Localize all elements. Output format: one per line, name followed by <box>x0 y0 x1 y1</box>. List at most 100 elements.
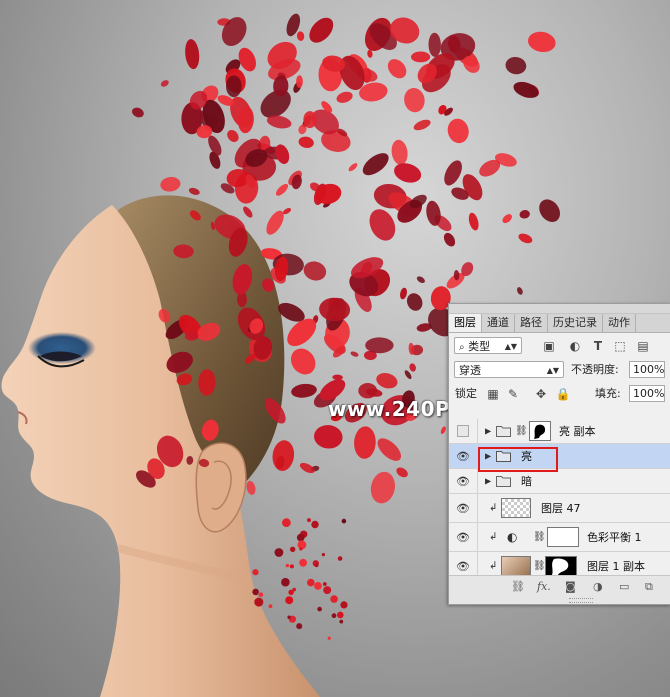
new-layer-icon[interactable]: ⧉ <box>645 580 653 594</box>
blend-mode-select[interactable]: 穿透 ▲▼ <box>454 361 564 378</box>
rose-petal <box>285 563 290 568</box>
visibility-toggle[interactable]: 👁 <box>449 494 478 522</box>
visibility-toggle[interactable] <box>449 419 478 443</box>
rose-petal <box>370 471 396 504</box>
rose-petal <box>281 577 290 587</box>
rose-petal <box>323 586 332 595</box>
rose-petal <box>272 440 295 471</box>
layer-row[interactable]: 👁 ↲ 图层 47 <box>449 494 670 523</box>
lock-paint-icon[interactable]: ✎ <box>505 386 521 402</box>
eye-icon: 👁 <box>456 559 470 573</box>
layer-row[interactable]: 👁 ▶ 暗 <box>449 469 670 494</box>
rose-petal <box>291 383 317 398</box>
fill-label: 填充: <box>595 387 621 400</box>
layer-thumbnail[interactable] <box>501 556 531 576</box>
select-caret-icon: ▲▼ <box>504 342 517 351</box>
selection-highlight-box <box>478 447 558 472</box>
rose-petal <box>336 91 353 103</box>
rose-petal <box>444 160 462 186</box>
smart-object-filter-icon[interactable]: ▤ <box>635 338 651 354</box>
layer-row[interactable]: 👁 ↲ ◐ ⛓ 色彩平衡 1 <box>449 523 670 552</box>
rose-petal <box>307 578 315 587</box>
lock-all-icon[interactable]: 🔒 <box>555 386 571 402</box>
filter-kind-value: 类型 <box>468 340 491 353</box>
rose-petal <box>348 163 358 172</box>
layers-list: ▶ ⛓ 亮 副本 👁 ▶ 亮 👁 ▶ 暗 👁 ↲ 图层 47 👁 ↲ ◐ ⛓ 色… <box>449 419 670 581</box>
type-filter-icon[interactable]: T <box>590 338 606 354</box>
link-chain-icon[interactable]: ⛓ <box>533 561 546 572</box>
rose-petal <box>296 533 305 542</box>
rose-petal <box>321 553 325 557</box>
rose-petal <box>394 163 422 183</box>
adjustment-filter-icon[interactable]: ◐ <box>567 338 583 354</box>
layer-name: 图层 1 副本 <box>587 560 645 573</box>
select-caret-icon: ▲▼ <box>546 366 559 375</box>
rose-petal <box>350 351 359 357</box>
layer-row[interactable]: ▶ ⛓ 亮 副本 <box>449 419 670 444</box>
rose-petal <box>292 587 297 592</box>
rose-petal <box>362 153 389 176</box>
tab-paths[interactable]: 路径 <box>515 314 548 332</box>
rose-petal <box>518 233 533 244</box>
rose-petal <box>443 232 456 247</box>
layer-name: 暗 <box>521 475 532 488</box>
filter-kind-select[interactable]: ⌕ 类型 ▲▼ <box>454 337 522 354</box>
fx-icon[interactable]: fx. <box>537 580 551 593</box>
rose-petal <box>289 564 294 569</box>
lock-move-icon[interactable]: ✥ <box>533 386 549 402</box>
rose-petal <box>246 480 256 495</box>
rose-petal <box>413 119 431 131</box>
rose-petal <box>296 31 305 41</box>
rose-petal <box>290 546 296 552</box>
expand-arrow-icon[interactable]: ▶ <box>485 477 491 486</box>
mask-thumbnail[interactable] <box>529 421 551 441</box>
lock-transparent-icon[interactable]: ▦ <box>485 386 501 402</box>
tab-actions[interactable]: 动作 <box>603 314 636 332</box>
color-balance-adjustment-icon[interactable]: ◐ <box>507 530 517 544</box>
rose-petal <box>274 548 284 557</box>
rose-petal <box>252 588 259 596</box>
fill-input[interactable]: 100% <box>629 385 665 402</box>
rose-petal <box>268 604 273 609</box>
rose-petal <box>416 276 425 284</box>
new-group-icon[interactable]: ▭ <box>619 580 629 593</box>
visibility-toggle[interactable]: 👁 <box>449 444 478 468</box>
rose-petal <box>367 49 373 58</box>
blend-row: 穿透 ▲▼ 不透明度: 100% <box>449 357 670 381</box>
link-chain-icon[interactable]: ⛓ <box>533 532 546 543</box>
visibility-toggle[interactable]: 👁 <box>449 469 478 493</box>
eye-icon: 👁 <box>456 501 470 515</box>
rose-petal <box>411 51 431 63</box>
opacity-input[interactable]: 100% <box>629 361 665 378</box>
rose-petal <box>337 611 344 619</box>
rose-petal <box>303 261 327 281</box>
panel-title-bar[interactable] <box>449 304 670 314</box>
rose-petal <box>340 601 348 609</box>
rose-petal <box>299 547 303 551</box>
eye-icon: 👁 <box>456 449 470 463</box>
visibility-toggle[interactable]: 👁 <box>449 523 478 551</box>
rose-petal <box>188 187 200 195</box>
tab-channels[interactable]: 通道 <box>482 314 515 332</box>
rose-petal <box>287 615 291 619</box>
mask-thumbnail[interactable] <box>547 527 579 547</box>
shape-filter-icon[interactable]: ⬚ <box>612 338 628 354</box>
opacity-label: 不透明度: <box>571 363 619 376</box>
rose-petal <box>298 136 314 148</box>
rose-petal <box>387 59 407 79</box>
tab-layers[interactable]: 图层 <box>449 314 482 332</box>
layer-thumbnail[interactable] <box>501 498 531 518</box>
rose-petal <box>132 107 144 118</box>
rose-petal <box>307 518 311 523</box>
expand-arrow-icon[interactable]: ▶ <box>485 427 491 436</box>
rose-petal <box>377 438 402 461</box>
tab-history[interactable]: 历史记录 <box>548 314 603 332</box>
mask-thumbnail[interactable] <box>545 556 577 576</box>
image-filter-icon[interactable]: ▣ <box>541 338 557 354</box>
link-chain-icon[interactable]: ⛓ <box>515 426 528 437</box>
adjustment-layer-icon[interactable]: ◑ <box>593 580 603 593</box>
link-layers-icon[interactable]: ⛓ <box>511 580 525 593</box>
rose-petal <box>314 425 343 449</box>
resize-grip[interactable] <box>569 598 593 603</box>
add-mask-icon[interactable]: ◙ <box>565 580 576 593</box>
